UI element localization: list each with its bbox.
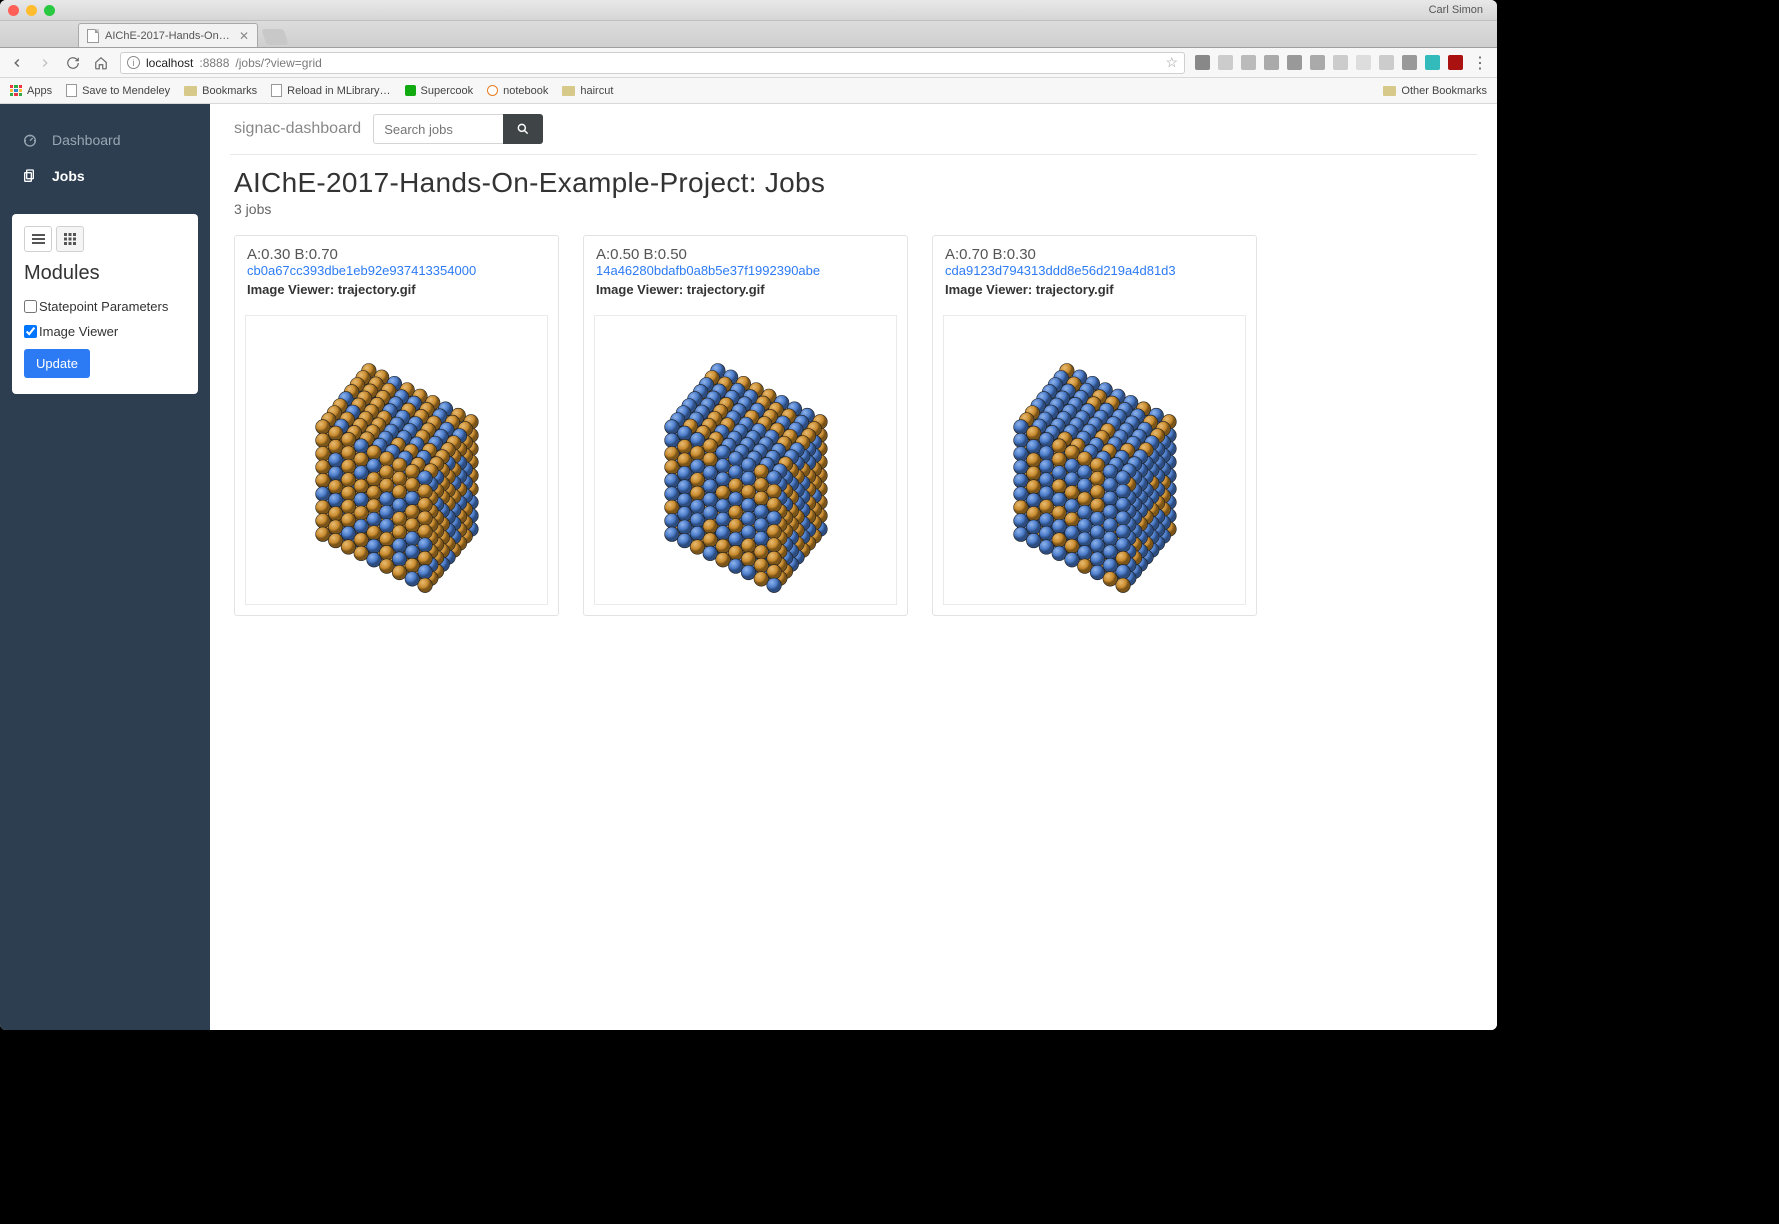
grid-view-button[interactable]: [56, 226, 84, 252]
chrome-tab-strip: AIChE-2017-Hands-On-Exam… ✕: [0, 21, 1497, 48]
module-statepoint[interactable]: Statepoint Parameters: [24, 299, 186, 314]
ext-icon[interactable]: [1402, 55, 1417, 70]
statepoint-checkbox[interactable]: [24, 300, 37, 313]
job-hash-link[interactable]: cb0a67cc393dbe1eb92e937413354000: [247, 263, 546, 278]
ext-icon[interactable]: [1356, 55, 1371, 70]
list-view-button[interactable]: [24, 226, 52, 252]
sidebar-item-jobs[interactable]: Jobs: [0, 158, 210, 194]
app-brand[interactable]: signac-dashboard: [234, 120, 361, 138]
search-group: [373, 114, 543, 144]
ext-icon[interactable]: [1218, 55, 1233, 70]
job-module-label: Image Viewer: trajectory.gif: [945, 282, 1244, 297]
new-tab-button[interactable]: [261, 29, 288, 45]
job-card[interactable]: A:0.50 B:0.50 14a46280bdafb0a8b5e37f1992…: [583, 235, 908, 616]
tab-title: AIChE-2017-Hands-On-Exam…: [105, 30, 233, 42]
url-host: localhost: [146, 56, 193, 70]
forward-button[interactable]: [36, 54, 54, 72]
page-icon: [87, 29, 99, 43]
url-port: :8888: [199, 56, 229, 70]
bookmark-mlibrary[interactable]: Reload in MLibrary…: [271, 84, 390, 97]
bookmark-folder-bookmarks[interactable]: Bookmarks: [184, 85, 257, 97]
ext-icon[interactable]: [1287, 55, 1302, 70]
ext-icon[interactable]: [1241, 55, 1256, 70]
other-bookmarks[interactable]: Other Bookmarks: [1383, 85, 1487, 97]
url-path: /jobs/?view=grid: [235, 56, 321, 70]
search-input[interactable]: [373, 114, 503, 144]
bookmark-folder-haircut[interactable]: haircut: [562, 85, 613, 97]
bookmark-mendeley[interactable]: Save to Mendeley: [66, 84, 170, 97]
imageviewer-checkbox[interactable]: [24, 325, 37, 338]
job-hash-link[interactable]: 14a46280bdafb0a8b5e37f1992390abe: [596, 263, 895, 278]
window-minimize-button[interactable]: [26, 5, 37, 16]
job-title: A:0.50 B:0.50: [596, 246, 895, 263]
cast-icon[interactable]: [1195, 55, 1210, 70]
search-button[interactable]: [503, 114, 543, 144]
reload-button[interactable]: [64, 54, 82, 72]
back-button[interactable]: [8, 54, 26, 72]
ext-icon[interactable]: [1379, 55, 1394, 70]
job-card[interactable]: A:0.70 B:0.30 cda9123d794313ddd8e56d219a…: [932, 235, 1257, 616]
ext-icon[interactable]: [1333, 55, 1348, 70]
modules-panel: Modules Statepoint Parameters Image View…: [12, 214, 198, 394]
update-button[interactable]: Update: [24, 349, 90, 378]
chrome-menu-icon[interactable]: ⋮: [1471, 54, 1489, 72]
bookmark-supercook[interactable]: Supercook: [405, 85, 474, 97]
job-card[interactable]: A:0.30 B:0.70 cb0a67cc393dbe1eb92e937413…: [234, 235, 559, 616]
chrome-profile-name[interactable]: Carl Simon: [1429, 4, 1489, 16]
job-hash-link[interactable]: cda9123d794313ddd8e56d219a4d81d3: [945, 263, 1244, 278]
sidebar-item-label: Dashboard: [52, 132, 121, 148]
ext-icon[interactable]: [1425, 55, 1440, 70]
ext-icon[interactable]: [1264, 55, 1279, 70]
modules-title: Modules: [24, 262, 186, 285]
dashboard-icon: [22, 132, 38, 148]
mendeley-icon[interactable]: [1448, 55, 1463, 70]
job-title: A:0.30 B:0.70: [247, 246, 546, 263]
app-topbar: signac-dashboard: [210, 104, 1497, 154]
bookmark-star-icon[interactable]: ☆: [1165, 54, 1178, 71]
trajectory-thumbnail: [943, 315, 1246, 605]
job-module-label: Image Viewer: trajectory.gif: [247, 282, 546, 297]
jobs-icon: [22, 168, 38, 184]
main-content: signac-dashboard AIChE-2017-Hands-On-Exa…: [210, 104, 1497, 1030]
address-bar[interactable]: i localhost :8888/jobs/?view=grid ☆: [120, 52, 1185, 74]
ext-icon[interactable]: [1310, 55, 1325, 70]
macos-titlebar: Carl Simon: [0, 0, 1497, 21]
site-info-icon[interactable]: i: [127, 56, 140, 69]
trajectory-thumbnail: [594, 315, 897, 605]
app-sidebar: Dashboard Jobs Modules: [0, 104, 210, 1030]
job-module-label: Image Viewer: trajectory.gif: [596, 282, 895, 297]
chrome-toolbar: i localhost :8888/jobs/?view=grid ☆ ⋮: [0, 48, 1497, 78]
extension-icons: ⋮: [1195, 54, 1489, 72]
window-zoom-button[interactable]: [44, 5, 55, 16]
job-title: A:0.70 B:0.30: [945, 246, 1244, 263]
home-button[interactable]: [92, 54, 110, 72]
page-title: AIChE-2017-Hands-On-Example-Project: Job…: [234, 167, 1473, 199]
bookmarks-bar: Apps Save to Mendeley Bookmarks Reload i…: [0, 78, 1497, 104]
trajectory-thumbnail: [245, 315, 548, 605]
bookmark-notebook[interactable]: notebook: [487, 85, 548, 97]
browser-tab[interactable]: AIChE-2017-Hands-On-Exam… ✕: [78, 23, 258, 47]
module-imageviewer[interactable]: Image Viewer: [24, 324, 186, 339]
window-close-button[interactable]: [8, 5, 19, 16]
page-subtitle: 3 jobs: [234, 201, 1473, 217]
close-tab-icon[interactable]: ✕: [239, 29, 249, 43]
sidebar-item-dashboard[interactable]: Dashboard: [0, 122, 210, 158]
sidebar-item-label: Jobs: [52, 168, 85, 184]
apps-shortcut[interactable]: Apps: [10, 85, 52, 97]
